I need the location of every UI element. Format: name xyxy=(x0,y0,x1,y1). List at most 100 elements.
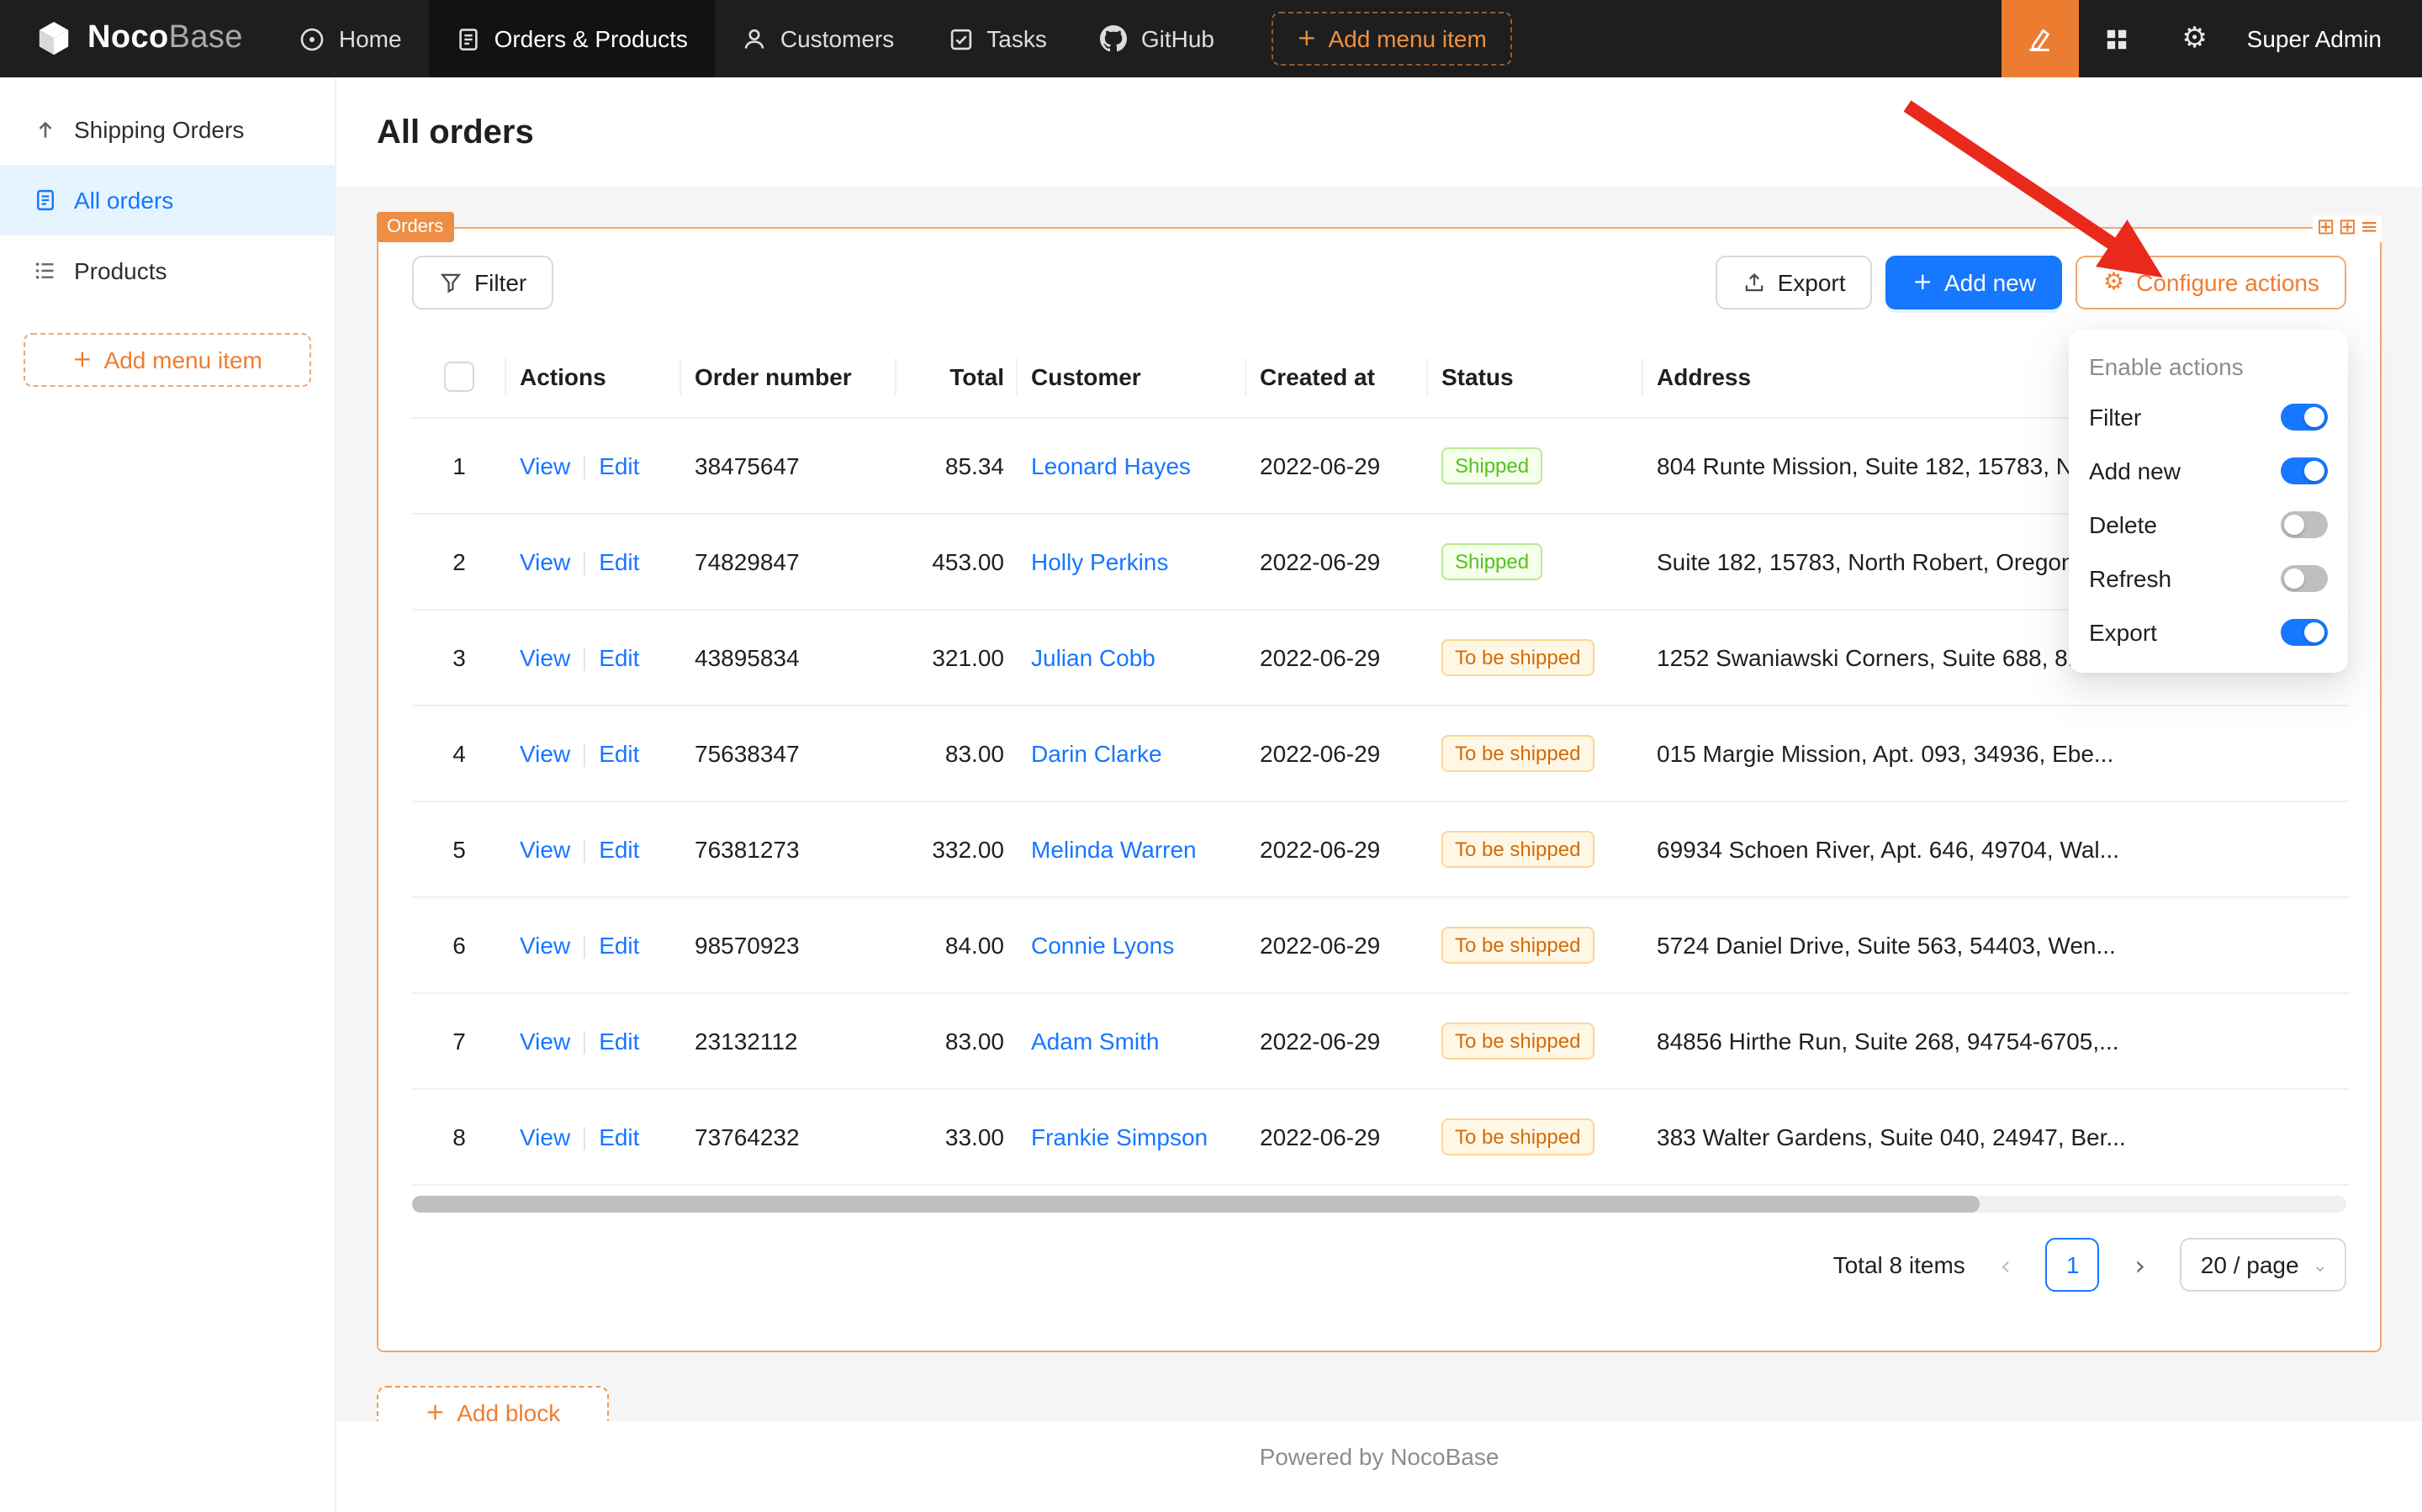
address-cell: 5724 Daniel Drive, Suite 563, 54403, Wen… xyxy=(1643,898,2350,994)
brand-text: NocoBase xyxy=(87,20,243,57)
nocobase-logo[interactable]: NocoBase xyxy=(0,19,273,59)
horizontal-scrollbar-thumb[interactable] xyxy=(412,1197,1979,1213)
nav-item-home[interactable]: Home xyxy=(273,0,429,77)
ui-editor-button[interactable] xyxy=(2002,0,2079,77)
user-menu[interactable]: Super Admin xyxy=(2234,25,2422,52)
export-button[interactable]: Export xyxy=(1716,256,1873,309)
customer-link[interactable]: Adam Smith xyxy=(1031,1028,1160,1055)
add-new-button-label: Add new xyxy=(1944,269,2036,296)
total-cell: 84.00 xyxy=(896,898,1018,994)
chevron-down-icon: ⌄ xyxy=(2313,1255,2328,1277)
page-title: All orders xyxy=(377,114,2382,153)
edit-link[interactable]: Edit xyxy=(599,836,639,863)
total-cell: 321.00 xyxy=(896,611,1018,706)
nav-item-label: GitHub xyxy=(1141,25,1214,52)
customer-link[interactable]: Connie Lyons xyxy=(1031,933,1174,960)
customer-link[interactable]: Holly Perkins xyxy=(1031,549,1168,576)
view-link[interactable]: View xyxy=(520,836,570,863)
toggle-knob xyxy=(2284,568,2304,589)
sidebar-item-shipping-orders[interactable]: Shipping Orders xyxy=(0,94,335,165)
view-link[interactable]: View xyxy=(520,740,570,767)
nav-item-customers[interactable]: Customers xyxy=(715,0,921,77)
view-link[interactable]: View xyxy=(520,548,570,575)
dropdown-item-export[interactable]: Export xyxy=(2069,605,2348,659)
customer-link[interactable]: Melinda Warren xyxy=(1031,837,1197,864)
created-at-cell: 2022-06-29 xyxy=(1246,706,1428,802)
filter-icon xyxy=(439,271,463,294)
divider xyxy=(584,457,585,480)
dropdown-item-add-new[interactable]: Add new xyxy=(2069,444,2348,498)
block-drag-icon[interactable]: ⊞ xyxy=(2317,215,2335,242)
filter-toggle[interactable] xyxy=(2281,404,2328,431)
nav-item-label: Customers xyxy=(780,25,894,52)
edit-link[interactable]: Edit xyxy=(599,740,639,767)
nav-item-orders-products[interactable]: Orders & Products xyxy=(429,0,715,77)
view-link[interactable]: View xyxy=(520,932,570,959)
status-badge: To be shipped xyxy=(1441,736,1594,773)
customer-link[interactable]: Leonard Hayes xyxy=(1031,453,1191,480)
next-page-button[interactable]: › xyxy=(2113,1239,2167,1293)
block-menu-icon[interactable]: ≡ xyxy=(2360,215,2378,242)
select-all-checkbox[interactable] xyxy=(444,362,474,393)
page-number-button[interactable]: 1 xyxy=(2046,1239,2100,1293)
edit-link[interactable]: Edit xyxy=(599,1028,639,1055)
order-number-cell: 43895834 xyxy=(681,611,896,706)
edit-link[interactable]: Edit xyxy=(599,452,639,479)
view-link[interactable]: View xyxy=(520,1123,570,1150)
table-row: 7 ViewEdit 23132112 83.00 Adam Smith 202… xyxy=(412,994,2350,1090)
divider xyxy=(584,936,585,960)
horizontal-scrollbar-track[interactable] xyxy=(412,1197,2346,1213)
top-navbar: NocoBase Home Orders & Products Customer… xyxy=(0,0,2422,77)
row-index: 5 xyxy=(452,837,466,864)
row-index: 6 xyxy=(452,933,466,960)
customer-link[interactable]: Darin Clarke xyxy=(1031,741,1162,768)
edit-link[interactable]: Edit xyxy=(599,548,639,575)
plus-icon: + xyxy=(1297,25,1316,52)
view-link[interactable]: View xyxy=(520,452,570,479)
github-icon xyxy=(1101,25,1128,52)
block-add-icon[interactable]: ⊞ xyxy=(2338,215,2356,242)
refresh-toggle[interactable] xyxy=(2281,565,2328,592)
edit-link[interactable]: Edit xyxy=(599,932,639,959)
view-link[interactable]: View xyxy=(520,644,570,671)
add-block-button[interactable]: + Add block xyxy=(377,1386,609,1421)
nav-item-label: Tasks xyxy=(986,25,1047,52)
tasks-icon xyxy=(948,26,973,51)
sidebar-item-label: All orders xyxy=(74,187,173,214)
page-size-select[interactable]: 20 / page ⌄ xyxy=(2181,1239,2346,1293)
customers-icon xyxy=(742,26,767,51)
navbar-add-menu-item-button[interactable]: + Add menu item xyxy=(1272,12,1512,66)
page-header: All orders xyxy=(336,77,2422,187)
edit-link[interactable]: Edit xyxy=(599,1123,639,1150)
sidebar-item-products[interactable]: Products xyxy=(0,235,335,306)
edit-link[interactable]: Edit xyxy=(599,644,639,671)
add-new-button[interactable]: + Add new xyxy=(1886,256,2063,309)
dropdown-item-refresh[interactable]: Refresh xyxy=(2069,552,2348,605)
plugins-grid-button[interactable] xyxy=(2079,0,2156,77)
sidebar-item-all-orders[interactable]: All orders xyxy=(0,165,335,235)
customer-link[interactable]: Frankie Simpson xyxy=(1031,1124,1208,1151)
nav-item-tasks[interactable]: Tasks xyxy=(921,0,1074,77)
export-toggle[interactable] xyxy=(2281,619,2328,646)
add-new-toggle[interactable] xyxy=(2281,457,2328,484)
created-at-cell: 2022-06-29 xyxy=(1246,419,1428,515)
sidebar-add-menu-item-button[interactable]: + Add menu item xyxy=(24,333,311,387)
divider xyxy=(584,1128,585,1151)
row-index: 8 xyxy=(452,1124,466,1151)
configure-actions-button[interactable]: ⚙ Configure actions xyxy=(2076,256,2346,309)
settings-button[interactable]: ⚙ xyxy=(2156,0,2234,77)
customer-link[interactable]: Julian Cobb xyxy=(1031,645,1155,672)
block-designer-tag: Orders xyxy=(377,212,453,242)
divider xyxy=(584,744,585,768)
powered-by-text: Powered by NocoBase xyxy=(1260,1443,1499,1470)
add-menu-item-label: Add menu item xyxy=(104,346,262,373)
view-link[interactable]: View xyxy=(520,1028,570,1055)
nav-item-github[interactable]: GitHub xyxy=(1074,0,1241,77)
total-cell: 332.00 xyxy=(896,802,1018,898)
dropdown-item-delete[interactable]: Delete xyxy=(2069,498,2348,552)
dropdown-item-filter[interactable]: Filter xyxy=(2069,390,2348,444)
prev-page-button[interactable]: ‹ xyxy=(1979,1239,2033,1293)
delete-toggle[interactable] xyxy=(2281,511,2328,538)
filter-button-label: Filter xyxy=(474,269,526,296)
filter-button[interactable]: Filter xyxy=(412,256,553,309)
